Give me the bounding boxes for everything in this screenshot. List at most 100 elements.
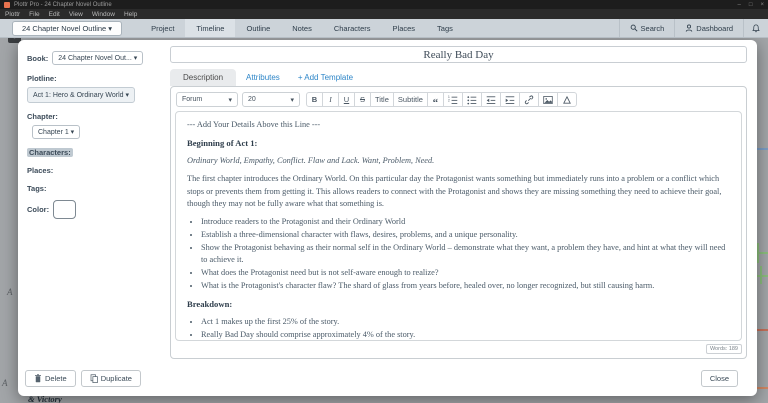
scene-card-dialog: Book: 24 Chapter Novel Out... ▾ Plotline… [18,40,757,396]
menu-view[interactable]: View [69,11,83,18]
font-size-value: 20 [248,96,256,103]
list-item: What does the Protagonist need but is no… [201,267,730,279]
window-titlebar: Plottr Pro - 24 Chapter Novel Outline – … [0,0,768,9]
book-label: Book: [27,54,48,63]
outdent-icon [486,95,496,105]
list-item: Establish a three-dimensional character … [201,229,730,241]
plotline-label: Plotline: [27,74,162,83]
menu-bar: Plottr File Edit View Window Help [0,9,768,19]
bold-button[interactable]: B [306,92,323,107]
tab-tags[interactable]: Tags [426,19,464,37]
bulleted-list-icon [467,95,477,105]
bulleted-list-button[interactable] [462,92,482,107]
notifications-button[interactable] [743,19,768,37]
dashboard-label: Dashboard [696,24,733,33]
content-heading: Breakdown: [187,298,730,310]
link-button[interactable] [519,92,539,107]
list-item: Introduce readers to the Protagonist and… [201,216,730,228]
chapter-select[interactable]: Chapter 1 ▾ [32,125,80,139]
menu-file[interactable]: File [29,11,39,18]
image-icon [543,95,553,105]
characters-label[interactable]: Characters: [27,148,73,157]
add-template-button[interactable]: + Add Template [290,69,361,86]
content-bullet-list: Act 1 makes up the first 25% of the stor… [201,316,730,341]
duplicate-button[interactable]: Duplicate [81,370,141,387]
tab-timeline[interactable]: Timeline [185,19,235,37]
font-family-select[interactable]: Forum ▾ [176,92,238,107]
menu-help[interactable]: Help [124,11,137,18]
close-window-icon[interactable]: × [760,2,764,8]
user-icon [685,24,693,32]
list-item: Act 1 makes up the first 25% of the stor… [201,316,730,328]
card-meta-sidebar: Book: 24 Chapter Novel Out... ▾ Plotline… [18,40,168,396]
bell-icon [752,24,760,33]
clear-formatting-button[interactable] [557,92,577,107]
content-bullet-list: Introduce readers to the Protagonist and… [201,216,730,292]
tab-characters[interactable]: Characters [323,19,382,37]
underline-button[interactable]: U [338,92,355,107]
outdent-button[interactable] [481,92,501,107]
duplicate-label: Duplicate [101,374,132,383]
tags-label[interactable]: Tags: [27,184,162,193]
list-item: Show the Protagonist behaving as their n… [201,242,730,266]
plotline-select[interactable]: Act 1: Hero & Ordinary World ▾ [27,87,135,103]
card-tabs: Description Attributes + Add Template [170,68,747,86]
color-swatch[interactable] [53,200,76,219]
search-button[interactable]: Search [619,19,675,37]
font-size-select[interactable]: 20 ▾ [242,92,300,107]
tab-notes[interactable]: Notes [281,19,323,37]
image-button[interactable] [538,92,558,107]
tab-attributes[interactable]: Attributes [238,69,288,86]
tab-places[interactable]: Places [382,19,427,37]
search-icon [630,24,638,32]
blockquote-button[interactable]: “ [427,92,444,107]
dashboard-button[interactable]: Dashboard [674,19,743,37]
background-plotline-label: A [7,287,13,297]
link-icon [524,95,534,105]
chevron-down-icon: ▾ [290,96,294,104]
card-title-input[interactable]: Really Bad Day [170,46,747,63]
content-heading: Beginning of Act 1: [187,137,730,149]
chapter-label: Chapter: [27,112,162,121]
menu-window[interactable]: Window [92,11,115,18]
search-label: Search [641,24,665,33]
minimize-icon[interactable]: – [738,2,741,8]
places-label[interactable]: Places: [27,166,162,175]
window-title: Plottr Pro - 24 Chapter Novel Outline [14,2,738,8]
book-select[interactable]: 24 Chapter Novel Out... ▾ [52,51,143,65]
book-selector-dropdown[interactable]: 24 Chapter Novel Outline ▾ [12,21,122,36]
list-item: What is the Protagonist's character flaw… [201,280,730,292]
numbered-list-button[interactable]: 12 [443,92,463,107]
word-count-badge: Words: 189 [706,344,742,354]
delete-label: Delete [45,374,67,383]
maximize-icon[interactable]: □ [749,2,753,8]
card-main-column: Really Bad Day Description Attributes + … [168,40,757,396]
delete-button[interactable]: Delete [25,370,76,387]
rich-text-editor: Forum ▾ 20 ▾ B I U S Title Subtitle “ 12 [170,86,747,359]
list-item: Really Bad Day should comprise approxima… [201,329,730,341]
indent-button[interactable] [500,92,520,107]
italic-button[interactable]: I [322,92,339,107]
chevron-down-icon: ▾ [228,96,232,104]
menu-plottr[interactable]: Plottr [5,11,20,18]
editor-content[interactable]: --- Add Your Details Above this Line ---… [175,111,742,341]
subtitle-style-button[interactable]: Subtitle [393,92,428,107]
content-italic-line: Ordinary World, Empathy, Conflict. Flaw … [187,155,730,167]
quote-icon: “ [433,101,439,105]
color-label: Color: [27,205,49,214]
indent-icon [505,95,515,105]
app-icon [4,2,10,8]
editor-toolbar: Forum ▾ 20 ▾ B I U S Title Subtitle “ 12 [176,92,742,107]
title-style-button[interactable]: Title [370,92,394,107]
tab-project[interactable]: Project [140,19,185,37]
strikethrough-button[interactable]: S [354,92,371,107]
menu-edit[interactable]: Edit [49,11,60,18]
duplicate-icon [90,374,98,383]
background-plotline-label: A [2,378,8,388]
svg-text:2: 2 [448,98,450,102]
tab-description[interactable]: Description [170,69,236,86]
close-button[interactable]: Close [701,370,738,387]
tab-outline[interactable]: Outline [235,19,281,37]
numbered-list-icon: 12 [448,95,458,105]
font-family-value: Forum [182,96,202,103]
